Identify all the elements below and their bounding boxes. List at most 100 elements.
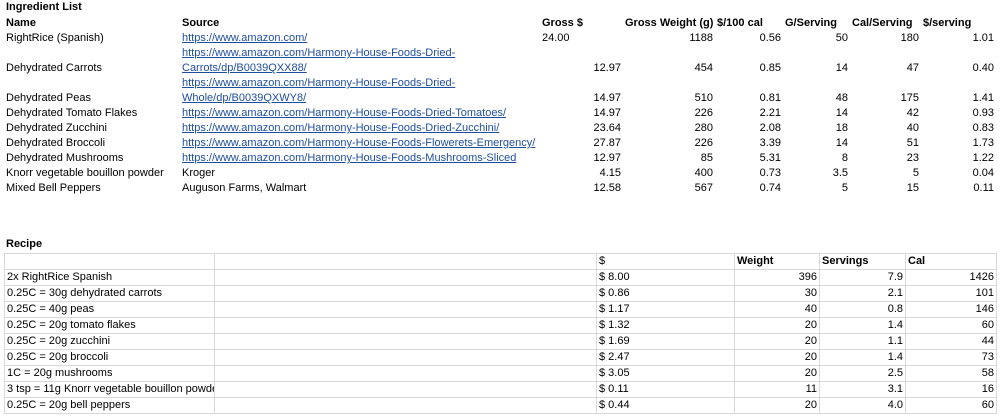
- recipe-weight: 30: [734, 285, 820, 302]
- value-gps: 8: [841, 152, 848, 164]
- value-gps: 50: [835, 32, 848, 44]
- recipe-cost: $ 0.44: [596, 397, 735, 414]
- ingredient-name: Knorr vegetable bouillon powder: [6, 167, 164, 179]
- value-weight: 1188: [689, 32, 713, 44]
- recipe-cal: 146: [905, 301, 997, 318]
- gross-cost: 12.97: [593, 152, 621, 164]
- value-cps: 40: [906, 122, 919, 134]
- table-row: RightRice (Spanish) https://www.amazon.co…: [4, 31, 996, 46]
- value-per100: 5.31: [759, 152, 781, 164]
- value-gps: 3.5: [832, 167, 848, 179]
- table-row: Dehydrated Zucchini https://www.amazon.co…: [4, 121, 996, 136]
- gross-cost: 12.97: [593, 62, 621, 74]
- recipe-cal: 60: [905, 397, 997, 414]
- source-link[interactable]: https://www.amazon.com/Harmony-House-Foo…: [182, 152, 516, 164]
- column-header-weight: Gross Weight (g): [625, 17, 714, 29]
- column-header-cost: $: [596, 253, 735, 270]
- table-row: 0.25C = 40g peas $ 1.17 40 0.8 146: [4, 301, 997, 318]
- value-dps: 0.11: [973, 182, 994, 194]
- value-cps: 47: [906, 62, 919, 74]
- column-header-gps: G/Serving: [785, 17, 837, 29]
- value-dps: 0.40: [972, 62, 994, 74]
- recipe-cal: 73: [905, 349, 997, 366]
- recipe-item: 0.25C = 20g zucchini: [4, 333, 215, 350]
- recipe-cost: $ 8.00: [596, 269, 735, 286]
- recipe-item: 0.25C = 20g broccoli: [4, 349, 215, 366]
- column-header-name: Name: [6, 17, 36, 29]
- recipe-item: 1C = 20g mushrooms: [4, 365, 215, 382]
- value-per100: 0.73: [759, 167, 781, 179]
- value-cps: 51: [906, 137, 919, 149]
- value-weight: 280: [694, 122, 713, 134]
- column-header-blank: [214, 253, 597, 270]
- value-gps: 14: [835, 107, 848, 119]
- value-weight: 400: [694, 167, 713, 179]
- recipe-servings: 3.1: [819, 381, 906, 398]
- gross-cost: 27.87: [593, 137, 621, 149]
- recipe-servings: 1.4: [819, 317, 906, 334]
- column-header-item: [4, 253, 215, 270]
- recipe-weight: 20: [734, 365, 820, 382]
- value-per100: 0.56: [759, 32, 781, 44]
- column-header-weight: Weight: [734, 253, 820, 270]
- table-row: 0.25C = 20g broccoli $ 2.47 20 1.4 73: [4, 349, 997, 366]
- gross-cost: 12.58: [593, 182, 621, 194]
- value-cps: 23: [906, 152, 919, 164]
- recipe-weight: 20: [734, 317, 820, 334]
- empty-cell: [214, 301, 597, 318]
- recipe-servings: 2.5: [819, 365, 906, 382]
- value-weight: 567: [694, 182, 713, 194]
- source-link[interactable]: https://www.amazon.com/Harmony-House-Foo…: [182, 122, 499, 134]
- recipe-servings: 0.8: [819, 301, 906, 318]
- value-per100: 2.08: [759, 122, 781, 134]
- ingredient-source: https://www.amazon.com/: [180, 31, 540, 46]
- recipe-item: 0.25C = 20g bell peppers: [4, 397, 215, 414]
- ingredient-source: https://www.amazon.com/Harmony-House-Foo…: [180, 76, 540, 106]
- recipe-cost: $ 1.17: [596, 301, 735, 318]
- recipe-item: 3 tsp = 11g Knorr vegetable bouillon pow…: [4, 381, 215, 398]
- source-link[interactable]: https://www.amazon.com/: [182, 32, 307, 44]
- source-link[interactable]: https://www.amazon.com/Harmony-House-Foo…: [182, 47, 455, 74]
- empty-cell: [214, 365, 597, 382]
- ingredient-source: Kroger: [182, 167, 216, 179]
- recipe-weight: 11: [734, 381, 820, 398]
- ingredient-name: Dehydrated Broccoli: [6, 137, 106, 149]
- recipe-servings: 7.9: [819, 269, 906, 286]
- recipe-item: 0.25C = 20g tomato flakes: [4, 317, 215, 334]
- ingredient-source: https://www.amazon.com/Harmony-House-Foo…: [180, 136, 540, 151]
- value-per100: 0.81: [759, 92, 781, 104]
- gross-cost: 23.64: [593, 122, 621, 134]
- recipe-cal: 16: [905, 381, 997, 398]
- recipe-cost: $ 1.32: [596, 317, 735, 334]
- empty-cell: [214, 333, 597, 350]
- recipe-cal: 58: [905, 365, 997, 382]
- source-link[interactable]: https://www.amazon.com/Harmony-House-Foo…: [182, 107, 506, 119]
- table-row: Mixed Bell Peppers Auguson Farms, Walmart…: [4, 181, 996, 196]
- empty-cell: [214, 285, 597, 302]
- recipe-cost: $ 0.11: [596, 381, 735, 398]
- value-dps: 1.73: [972, 137, 994, 149]
- source-link[interactable]: https://www.amazon.com/Harmony-House-Foo…: [182, 77, 455, 104]
- recipe-weight: 20: [734, 333, 820, 350]
- table-row: Dehydrated Broccoli https://www.amazon.co…: [4, 136, 996, 151]
- source-link[interactable]: https://www.amazon.com/Harmony-House-Foo…: [182, 137, 535, 149]
- ingredient-source: https://www.amazon.com/Harmony-House-Foo…: [180, 151, 540, 166]
- ingredient-name: Dehydrated Peas: [6, 92, 91, 104]
- value-dps: 1.01: [972, 32, 994, 44]
- value-per100: 2.21: [759, 107, 781, 119]
- recipe-cost: $ 1.69: [596, 333, 735, 350]
- ingredient-name: Mixed Bell Peppers: [6, 182, 101, 194]
- ingredient-header-row: Name Source Gross $ Gross Weight (g) $/100 c…: [4, 16, 996, 31]
- empty-cell: [214, 317, 597, 334]
- table-row: Dehydrated Peas https://www.amazon.com/Ha…: [4, 76, 996, 106]
- table-row: 0.25C = 20g tomato flakes $ 1.32 20 1.4 60: [4, 317, 997, 334]
- value-gps: 14: [835, 137, 848, 149]
- value-dps: 0.83: [972, 122, 994, 134]
- empty-cell: [214, 349, 597, 366]
- recipe-servings: 1.1: [819, 333, 906, 350]
- table-row: 0.25C = 20g bell peppers $ 0.44 20 4.0 60: [4, 397, 997, 414]
- table-row: 3 tsp = 11g Knorr vegetable bouillon pow…: [4, 381, 997, 398]
- recipe-header-row: $ Weight Servings Cal: [4, 253, 997, 270]
- recipe-table: $ Weight Servings Cal 2x RightRice Spanish $ …: [4, 253, 997, 414]
- recipe-servings: 1.4: [819, 349, 906, 366]
